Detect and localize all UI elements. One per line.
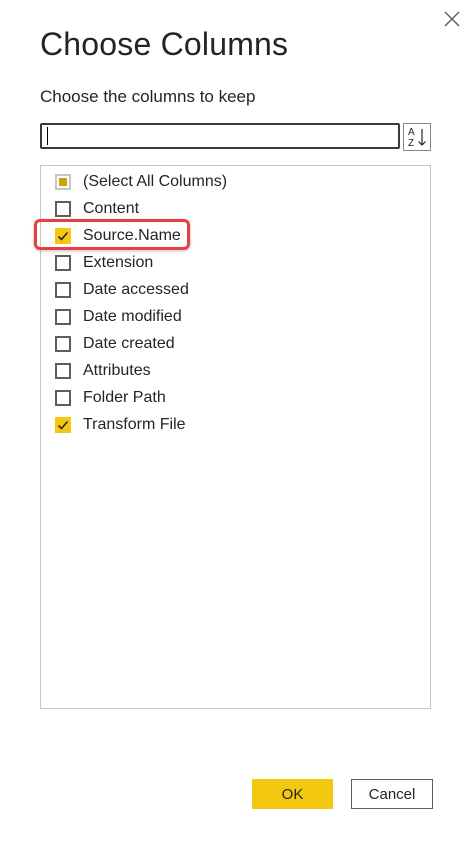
checkbox[interactable] — [55, 228, 71, 244]
list-item-label: Source.Name — [83, 227, 181, 244]
check-icon — [57, 231, 69, 241]
list-item-label: Date accessed — [83, 281, 189, 298]
list-item[interactable]: Date modified — [55, 306, 182, 328]
list-item[interactable]: Extension — [55, 252, 153, 274]
checkbox[interactable] — [55, 255, 71, 271]
checkbox[interactable] — [55, 174, 71, 190]
column-search-input[interactable] — [40, 123, 400, 149]
ok-button[interactable]: OK — [252, 779, 333, 809]
checkbox[interactable] — [55, 282, 71, 298]
list-item-label: Date created — [83, 335, 175, 352]
list-item[interactable]: Content — [55, 198, 139, 220]
list-item[interactable]: Folder Path — [55, 387, 166, 409]
cancel-button[interactable]: Cancel — [351, 779, 433, 809]
checkbox[interactable] — [55, 390, 71, 406]
list-item-label: Attributes — [83, 362, 151, 379]
list-item[interactable]: Date created — [55, 333, 175, 355]
checkbox[interactable] — [55, 336, 71, 352]
sort-az-button[interactable]: A Z — [403, 123, 431, 151]
dialog-subtitle: Choose the columns to keep — [40, 87, 256, 106]
columns-list[interactable]: (Select All Columns) Content Source.Name Ex… — [40, 165, 431, 709]
list-item[interactable]: Transform File — [55, 414, 186, 436]
svg-text:A: A — [408, 127, 415, 138]
list-item[interactable]: Date accessed — [55, 279, 189, 301]
list-item-label: Extension — [83, 254, 154, 271]
list-item[interactable]: Source.Name — [55, 225, 181, 247]
check-icon — [57, 420, 69, 430]
svg-text:Z: Z — [408, 138, 414, 149]
text-caret — [47, 127, 48, 145]
checkbox[interactable] — [55, 363, 71, 379]
checkbox[interactable] — [55, 309, 71, 325]
sort-az-icon: A Z — [408, 127, 426, 149]
list-item-label: Transform File — [83, 416, 186, 433]
select-all-item[interactable]: (Select All Columns) — [55, 171, 227, 193]
choose-columns-dialog: Choose Columns Choose the columns to kee… — [0, 0, 474, 848]
close-icon[interactable] — [441, 8, 463, 30]
list-item-label: Content — [83, 200, 140, 217]
checkbox[interactable] — [55, 417, 71, 433]
list-item[interactable]: Attributes — [55, 360, 151, 382]
dialog-title: Choose Columns — [40, 26, 289, 62]
list-item-label: Folder Path — [83, 389, 166, 406]
checkbox[interactable] — [55, 201, 71, 217]
list-item-label: Date modified — [83, 308, 182, 325]
list-item-label: (Select All Columns) — [83, 173, 228, 190]
